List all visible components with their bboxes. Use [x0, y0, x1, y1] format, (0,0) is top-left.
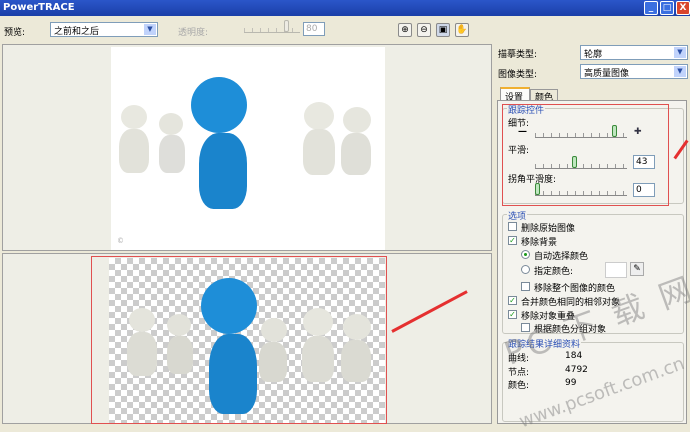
maximize-button[interactable]: □ — [660, 1, 674, 15]
option-label[interactable]: 自动选择颜色 — [534, 249, 588, 262]
image-type-select[interactable]: 高质量图像 ▼ — [580, 64, 688, 79]
original-image: © — [111, 47, 385, 250]
checkbox[interactable]: ✓ — [508, 236, 517, 245]
color-swatch[interactable] — [605, 262, 627, 278]
trace-type-select[interactable]: 轮廓 ▼ — [580, 45, 688, 60]
title-bar: PowerTRACE _ □ X — [0, 0, 690, 16]
chevron-down-icon: ▼ — [144, 24, 156, 35]
checkbox[interactable] — [521, 282, 530, 291]
zoom-in-icon[interactable]: ⊕ — [398, 23, 412, 37]
tab-settings[interactable]: 设置 — [500, 87, 530, 103]
option-label[interactable]: 移除背景 — [521, 235, 557, 248]
colors-value: 99 — [565, 378, 577, 388]
highlight-box — [502, 104, 669, 206]
after-preview-pane[interactable] — [2, 253, 492, 424]
checkbox[interactable]: ✓ — [508, 310, 517, 319]
preview-select[interactable]: 之前和之后 ▼ — [50, 22, 158, 37]
transparency-input[interactable]: 80 — [303, 22, 325, 36]
close-button[interactable]: X — [676, 1, 690, 15]
image-type-value: 高质量图像 — [584, 69, 630, 79]
zoom-out-icon[interactable]: ⊖ — [417, 23, 431, 37]
before-preview-pane[interactable]: © — [2, 44, 492, 251]
radio-button[interactable] — [521, 250, 530, 259]
radio-button[interactable] — [521, 265, 530, 274]
colors-label: 颜色: — [508, 381, 530, 391]
option-label[interactable]: 删除原始图像 — [521, 221, 575, 234]
window-title: PowerTRACE — [3, 2, 75, 13]
fit-to-window-icon[interactable]: ▣ — [436, 23, 450, 37]
slider-thumb[interactable] — [284, 20, 289, 32]
trace-type-label: 描摹类型: — [498, 50, 538, 60]
chevron-down-icon: ▼ — [674, 66, 686, 77]
minimize-button[interactable]: _ — [644, 1, 658, 15]
pan-hand-icon[interactable]: ✋ — [455, 23, 469, 37]
highlight-box — [91, 256, 387, 424]
chevron-down-icon: ▼ — [674, 47, 686, 58]
preview-value: 之前和之后 — [54, 27, 100, 37]
preview-label: 预览: — [4, 28, 26, 38]
checkbox[interactable] — [508, 222, 517, 231]
checkbox[interactable]: ✓ — [508, 296, 517, 305]
eyedropper-icon[interactable]: ✎ — [630, 262, 644, 276]
transparency-label: 透明度: — [178, 28, 209, 38]
nodes-value: 4792 — [565, 365, 588, 375]
tab-colors[interactable]: 颜色 — [530, 89, 558, 103]
transparency-slider[interactable] — [244, 20, 300, 33]
option-label[interactable]: 指定颜色: — [534, 264, 573, 277]
image-type-label: 图像类型: — [498, 70, 538, 80]
trace-type-value: 轮廓 — [584, 50, 603, 60]
